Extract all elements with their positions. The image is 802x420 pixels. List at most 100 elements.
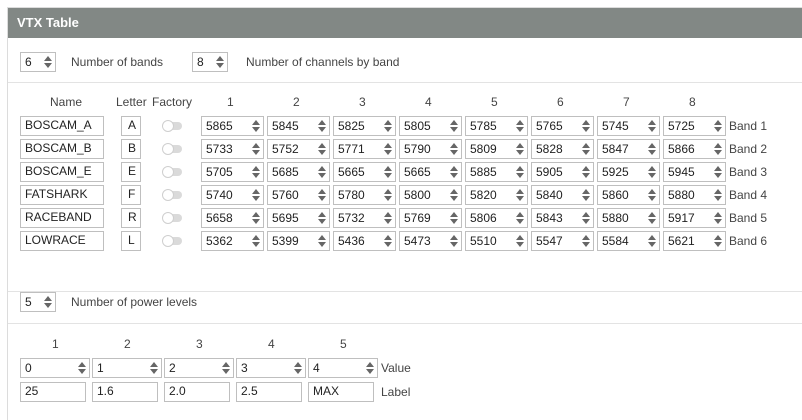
power-label-field[interactable]: MAX [308, 382, 374, 402]
power-value-stepper[interactable]: 1 [92, 358, 162, 378]
frequency-stepper[interactable]: 5828 [531, 139, 594, 159]
factory-toggle[interactable] [162, 235, 182, 247]
frequency-stepper[interactable]: 5905 [531, 162, 594, 182]
frequency-stepper[interactable]: 5840 [531, 185, 594, 205]
stepper-arrows-icon[interactable] [384, 234, 392, 248]
band-name-field[interactable]: FATSHARK [20, 185, 104, 205]
stepper-arrows-icon[interactable] [714, 165, 722, 179]
stepper-arrows-icon[interactable] [318, 165, 326, 179]
frequency-stepper[interactable]: 5785 [465, 116, 528, 136]
stepper-arrows-icon[interactable] [384, 119, 392, 133]
stepper-arrows-icon[interactable] [222, 361, 230, 375]
frequency-stepper[interactable]: 5665 [333, 162, 396, 182]
stepper-arrows-icon[interactable] [384, 165, 392, 179]
stepper-arrows-icon[interactable] [252, 119, 260, 133]
stepper-arrows-icon[interactable] [216, 55, 224, 69]
frequency-stepper[interactable]: 5685 [267, 162, 330, 182]
power-value-stepper[interactable]: 2 [164, 358, 234, 378]
factory-toggle[interactable] [162, 212, 182, 224]
frequency-stepper[interactable]: 5805 [399, 116, 462, 136]
stepper-arrows-icon[interactable] [582, 211, 590, 225]
band-letter-field[interactable]: F [121, 185, 141, 205]
stepper-arrows-icon[interactable] [648, 165, 656, 179]
stepper-arrows-icon[interactable] [450, 188, 458, 202]
stepper-arrows-icon[interactable] [714, 119, 722, 133]
channels-count-stepper[interactable]: 8 [192, 52, 228, 72]
frequency-stepper[interactable]: 5769 [399, 208, 462, 228]
frequency-stepper[interactable]: 5880 [597, 208, 660, 228]
power-value-stepper[interactable]: 0 [20, 358, 90, 378]
stepper-arrows-icon[interactable] [648, 211, 656, 225]
frequency-stepper[interactable]: 5925 [597, 162, 660, 182]
band-letter-field[interactable]: E [121, 162, 141, 182]
frequency-stepper[interactable]: 5436 [333, 231, 396, 251]
frequency-stepper[interactable]: 5547 [531, 231, 594, 251]
frequency-stepper[interactable]: 5473 [399, 231, 462, 251]
stepper-arrows-icon[interactable] [516, 188, 524, 202]
frequency-stepper[interactable]: 5917 [663, 208, 726, 228]
factory-toggle[interactable] [162, 166, 182, 178]
frequency-stepper[interactable]: 5865 [201, 116, 264, 136]
stepper-arrows-icon[interactable] [714, 211, 722, 225]
stepper-arrows-icon[interactable] [516, 119, 524, 133]
frequency-stepper[interactable]: 5806 [465, 208, 528, 228]
stepper-arrows-icon[interactable] [648, 142, 656, 156]
stepper-arrows-icon[interactable] [648, 234, 656, 248]
frequency-stepper[interactable]: 5584 [597, 231, 660, 251]
stepper-arrows-icon[interactable] [150, 361, 158, 375]
frequency-stepper[interactable]: 5399 [267, 231, 330, 251]
stepper-arrows-icon[interactable] [648, 119, 656, 133]
band-letter-field[interactable]: L [121, 231, 141, 251]
power-value-stepper[interactable]: 3 [236, 358, 306, 378]
band-letter-field[interactable]: A [121, 116, 141, 136]
stepper-arrows-icon[interactable] [450, 211, 458, 225]
frequency-stepper[interactable]: 5752 [267, 139, 330, 159]
stepper-arrows-icon[interactable] [252, 188, 260, 202]
stepper-arrows-icon[interactable] [44, 55, 52, 69]
stepper-arrows-icon[interactable] [714, 142, 722, 156]
stepper-arrows-icon[interactable] [582, 142, 590, 156]
frequency-stepper[interactable]: 5809 [465, 139, 528, 159]
band-name-field[interactable]: LOWRACE [20, 231, 104, 251]
frequency-stepper[interactable]: 5745 [597, 116, 660, 136]
frequency-stepper[interactable]: 5860 [597, 185, 660, 205]
frequency-stepper[interactable]: 5780 [333, 185, 396, 205]
frequency-stepper[interactable]: 5621 [663, 231, 726, 251]
frequency-stepper[interactable]: 5665 [399, 162, 462, 182]
power-label-field[interactable]: 25 [20, 382, 86, 402]
stepper-arrows-icon[interactable] [450, 234, 458, 248]
frequency-stepper[interactable]: 5695 [267, 208, 330, 228]
power-label-field[interactable]: 1.6 [92, 382, 158, 402]
factory-toggle[interactable] [162, 120, 182, 132]
stepper-arrows-icon[interactable] [318, 188, 326, 202]
frequency-stepper[interactable]: 5771 [333, 139, 396, 159]
frequency-stepper[interactable]: 5843 [531, 208, 594, 228]
frequency-stepper[interactable]: 5362 [201, 231, 264, 251]
band-letter-field[interactable]: R [121, 208, 141, 228]
stepper-arrows-icon[interactable] [384, 188, 392, 202]
frequency-stepper[interactable]: 5825 [333, 116, 396, 136]
frequency-stepper[interactable]: 5800 [399, 185, 462, 205]
factory-toggle[interactable] [162, 189, 182, 201]
stepper-arrows-icon[interactable] [384, 142, 392, 156]
stepper-arrows-icon[interactable] [384, 211, 392, 225]
stepper-arrows-icon[interactable] [252, 142, 260, 156]
stepper-arrows-icon[interactable] [318, 119, 326, 133]
frequency-stepper[interactable]: 5866 [663, 139, 726, 159]
power-label-field[interactable]: 2.0 [164, 382, 230, 402]
stepper-arrows-icon[interactable] [318, 234, 326, 248]
stepper-arrows-icon[interactable] [318, 142, 326, 156]
bands-count-stepper[interactable]: 6 [20, 52, 56, 72]
power-levels-stepper[interactable]: 5 [20, 292, 56, 312]
stepper-arrows-icon[interactable] [714, 234, 722, 248]
frequency-stepper[interactable]: 5765 [531, 116, 594, 136]
band-name-field[interactable]: RACEBAND [20, 208, 104, 228]
stepper-arrows-icon[interactable] [252, 211, 260, 225]
stepper-arrows-icon[interactable] [78, 361, 86, 375]
band-name-field[interactable]: BOSCAM_B [20, 139, 104, 159]
stepper-arrows-icon[interactable] [582, 188, 590, 202]
frequency-stepper[interactable]: 5885 [465, 162, 528, 182]
stepper-arrows-icon[interactable] [582, 119, 590, 133]
frequency-stepper[interactable]: 5732 [333, 208, 396, 228]
frequency-stepper[interactable]: 5733 [201, 139, 264, 159]
